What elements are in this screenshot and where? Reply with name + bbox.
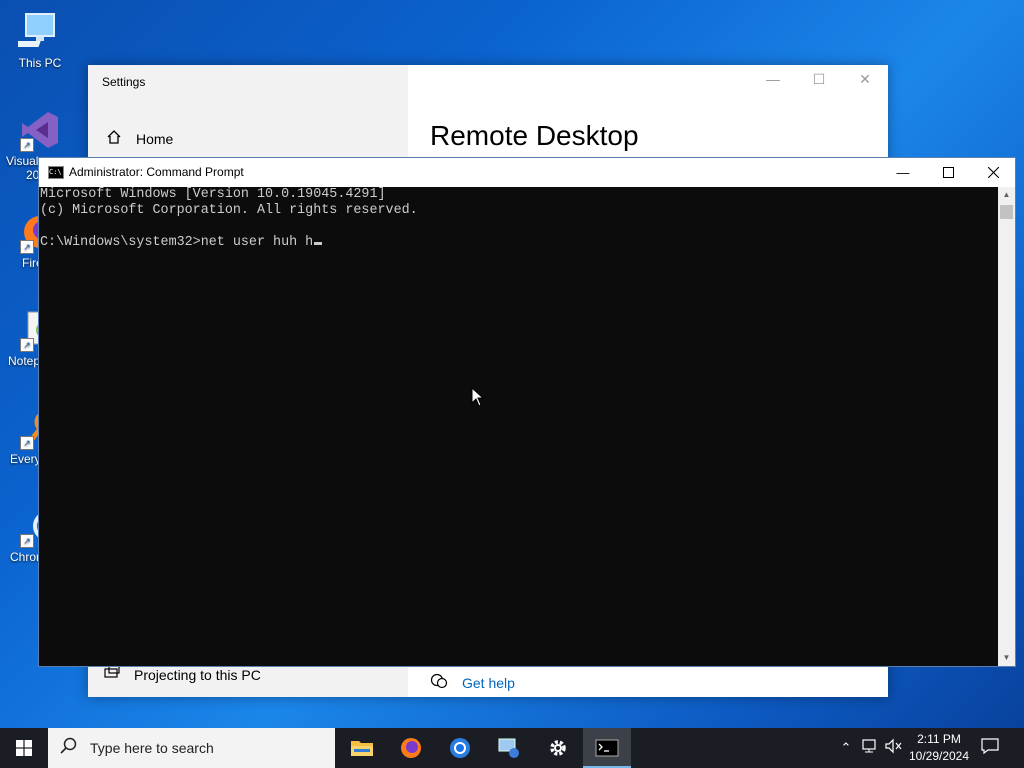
maximize-button[interactable]: ☐ xyxy=(804,71,834,88)
taskbar-app-file-explorer[interactable] xyxy=(338,728,386,768)
taskbar: Type here to search ⌃ 2:11 PM 10/29/2024 xyxy=(0,728,1024,768)
shortcut-arrow-icon: ↗ xyxy=(20,338,34,352)
get-help-label: Get help xyxy=(462,674,515,691)
firefox-icon xyxy=(401,738,421,758)
maximize-button[interactable] xyxy=(925,158,971,187)
shortcut-arrow-icon: ↗ xyxy=(20,436,34,450)
chrome-icon xyxy=(450,738,470,758)
remote-desktop-icon xyxy=(498,738,519,758)
get-help-link[interactable]: Get help xyxy=(430,673,515,692)
clock-time[interactable]: 2:11 PM xyxy=(906,732,972,746)
start-button[interactable] xyxy=(0,728,48,768)
visual-studio-icon: ↗ xyxy=(18,108,62,152)
cmd-window-title: Administrator: Command Prompt xyxy=(69,165,244,179)
scroll-down-arrow-icon[interactable]: ▼ xyxy=(998,650,1015,666)
notification-center-icon[interactable] xyxy=(980,738,1000,758)
close-button[interactable]: ✕ xyxy=(850,71,880,88)
computer-icon xyxy=(14,10,62,54)
scroll-up-arrow-icon[interactable]: ▲ xyxy=(998,187,1015,203)
console-line: (c) Microsoft Corporation. All rights re… xyxy=(40,203,418,218)
settings-home-label: Home xyxy=(136,130,174,147)
help-chat-icon xyxy=(430,673,448,692)
taskbar-app-command-prompt[interactable] xyxy=(583,728,631,768)
scrollbar-thumb[interactable] xyxy=(1000,205,1013,219)
desktop-icon-this-pc[interactable]: This PC xyxy=(4,10,76,70)
search-icon xyxy=(60,737,78,760)
close-button[interactable] xyxy=(970,158,1016,187)
console-output[interactable]: Microsoft Windows [Version 10.0.19045.42… xyxy=(39,187,1000,665)
page-title: Remote Desktop xyxy=(430,120,639,151)
projector-icon xyxy=(104,665,120,684)
shortcut-arrow-icon: ↗ xyxy=(20,534,34,548)
shortcut-arrow-icon: ↗ xyxy=(20,240,34,254)
sidebar-item-label: Projecting to this PC xyxy=(134,666,261,683)
command-prompt-icon: C:\ xyxy=(48,166,64,179)
mouse-pointer-icon xyxy=(471,386,485,412)
volume-muted-icon[interactable] xyxy=(884,738,904,758)
folder-icon xyxy=(351,741,373,756)
command-prompt-icon xyxy=(595,739,619,757)
console-line: Microsoft Windows [Version 10.0.19045.42… xyxy=(40,187,386,202)
minimize-button[interactable]: — xyxy=(758,71,788,87)
home-icon xyxy=(106,129,122,148)
cmd-title-bar[interactable]: C:\ Administrator: Command Prompt — xyxy=(39,158,1015,187)
console-input-line[interactable]: C:\Windows\system32>net user huh h xyxy=(40,235,1000,251)
console-prompt-text: C:\Windows\system32>net user huh h xyxy=(40,235,314,250)
command-prompt-window[interactable]: C:\ Administrator: Command Prompt — Micr… xyxy=(38,157,1016,667)
vertical-scrollbar[interactable]: ▲ ▼ xyxy=(998,187,1015,666)
clock-date[interactable]: 10/29/2024 xyxy=(906,749,972,763)
windows-logo-icon xyxy=(16,740,32,756)
shortcut-arrow-icon: ↗ xyxy=(20,138,34,152)
gear-icon xyxy=(550,740,566,756)
sidebar-item-projecting[interactable]: Projecting to this PC xyxy=(104,665,261,684)
network-icon[interactable] xyxy=(860,738,880,758)
taskbar-app-chrome[interactable] xyxy=(436,728,484,768)
taskbar-app-firefox[interactable] xyxy=(387,728,435,768)
minimize-button[interactable]: — xyxy=(880,158,926,187)
show-hidden-icons-chevron-up-icon[interactable]: ⌃ xyxy=(836,738,856,758)
search-placeholder: Type here to search xyxy=(90,740,214,756)
settings-home-link[interactable]: Home xyxy=(106,129,173,148)
text-cursor xyxy=(314,242,323,245)
desktop-icon-label: This PC xyxy=(18,56,62,70)
taskbar-search-box[interactable]: Type here to search xyxy=(48,728,335,768)
settings-window-title: Settings xyxy=(102,75,146,89)
taskbar-app-settings[interactable] xyxy=(534,728,582,768)
taskbar-app-remote-desktop[interactable] xyxy=(485,728,533,768)
